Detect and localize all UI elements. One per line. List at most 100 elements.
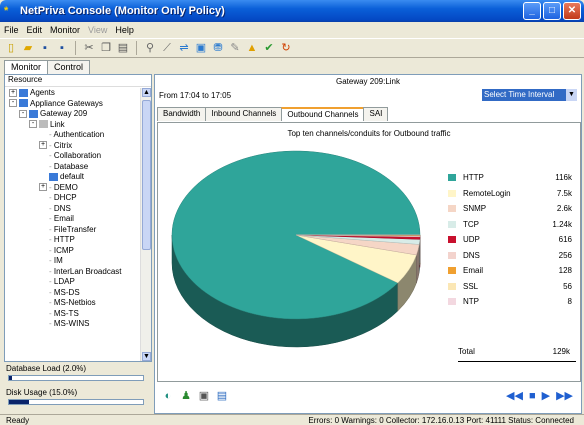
menu-edit[interactable]: Edit [27,25,43,35]
legend-item: SNMP 2.6k [448,201,578,217]
save-icon[interactable]: ▪ [38,41,52,55]
tree-node[interactable]: - Authentication [5,130,141,141]
scroll-down-icon[interactable]: ▼ [142,352,151,361]
menu-help[interactable]: Help [115,25,134,35]
tree-node[interactable]: + - DEMO [5,183,141,194]
rewind-icon[interactable]: ◀◀ [506,389,523,403]
copy-icon[interactable]: ❐ [99,41,113,55]
legend-value: 256 [558,250,572,260]
paste-icon[interactable]: ▤ [116,41,130,55]
collapse-icon[interactable]: - [9,99,17,108]
tree-node[interactable]: - Gateway 209 [5,109,141,120]
tree-node[interactable]: - IM [5,256,141,267]
menu-monitor[interactable]: Monitor [50,25,80,35]
people-icon[interactable]: ♟ [179,389,193,403]
tree-node[interactable]: - Database [5,162,141,173]
tree-node[interactable]: default [5,172,141,183]
tree-node[interactable]: - ICMP [5,246,141,257]
fast-forward-icon[interactable]: ▶▶ [556,389,573,403]
tree-node[interactable]: - MS-Netbios [5,298,141,309]
tree-node[interactable]: - Email [5,214,141,225]
tree-node[interactable]: - DHCP [5,193,141,204]
menu-bar: File Edit Monitor View Help [0,22,584,38]
tree-node[interactable]: - LDAP [5,277,141,288]
legend-value: 7.5k [556,188,572,198]
scroll-thumb[interactable] [142,100,151,250]
channel-icon[interactable]: ⟋ [160,41,174,55]
filter-icon[interactable]: ⛃ [211,41,225,55]
network-icon[interactable]: ⇌ [177,41,191,55]
legend-label: DNS [463,250,480,260]
tree-scrollbar[interactable]: ▲ ▼ [140,88,151,361]
pie-chart [171,150,421,348]
tree-node[interactable]: - MS-DS [5,288,141,299]
tree-node-label: DHCP [53,193,77,202]
window-title: NetPriva Console (Monitor Only Policy) [20,5,225,17]
legend-value: 8 [567,297,572,307]
expand-icon[interactable]: + [9,88,17,97]
link-icon[interactable]: ⚲ [143,41,157,55]
database-load-fill [9,376,12,380]
expand-icon[interactable]: + [39,183,47,192]
window-icon[interactable]: ▣ [194,41,208,55]
legend-item: TCP 1.24k [448,217,578,233]
minimize-button[interactable]: _ [523,2,541,20]
link-icon [39,120,48,129]
close-button[interactable]: ✕ [563,2,581,20]
collapse-icon[interactable]: - [19,109,27,118]
check-icon[interactable]: ✔ [262,41,276,55]
print-icon[interactable]: ▤ [215,389,229,403]
tab-outbound-channels[interactable]: Outbound Channels [281,107,365,121]
cut-icon[interactable]: ✂ [82,41,96,55]
tree-node[interactable]: + - Citrix [5,141,141,152]
database-load-bar [8,375,144,381]
time-interval-select[interactable]: Select Time Interval ▼ [482,89,577,101]
tree-node-label: Agents [30,88,55,97]
maximize-button[interactable]: □ [543,2,561,20]
channel-tabs: Bandwidth Inbound Channels Outbound Chan… [157,107,389,121]
tab-bandwidth[interactable]: Bandwidth [157,107,207,121]
save-as-icon[interactable]: ▪ [55,41,69,55]
scroll-up-icon[interactable]: ▲ [142,88,151,97]
warning-icon[interactable]: ▲ [245,41,259,55]
tree-node[interactable]: - HTTP [5,235,141,246]
play-icon[interactable]: ▶ [542,389,550,403]
legend-label: NTP [463,297,479,307]
tree-node-label: HTTP [53,235,75,244]
menu-view[interactable]: View [88,25,107,35]
chevron-down-icon[interactable]: ▼ [566,89,577,101]
resource-panel: Resource + Agents - Appliance Gateways - Gate… [4,74,152,362]
resource-header: Resource [5,75,151,87]
menu-file[interactable]: File [4,25,19,35]
stop-icon[interactable]: ■ [529,389,536,403]
tree-node[interactable]: - InterLan Broadcast [5,267,141,278]
app-logo-icon: * [4,5,9,17]
chart-type-icon[interactable]: ◐ [161,389,175,403]
legend-value: 616 [558,235,572,245]
tab-monitor[interactable]: Monitor [4,60,49,75]
tree-node[interactable]: - FileTransfer [5,225,141,236]
legend-swatch [448,189,456,197]
camera-icon[interactable]: ▣ [197,389,211,403]
tab-sai[interactable]: SAI [363,107,389,121]
tree-node[interactable]: - DNS [5,204,141,215]
tree-node[interactable]: - Collaboration [5,151,141,162]
wrench-icon[interactable]: ✎ [228,41,242,55]
expand-icon[interactable]: + [39,141,47,150]
legend-item: RemoteLogin 7.5k [448,186,578,202]
tab-control[interactable]: Control [47,60,91,74]
tree-node[interactable]: + Agents [5,88,141,99]
tree-node[interactable]: - Appliance Gateways [5,99,141,110]
tree-node-label: IM [53,256,63,265]
new-icon[interactable]: ▯ [4,41,18,55]
open-folder-icon[interactable]: ▰ [21,41,35,55]
collapse-icon[interactable]: - [29,120,37,129]
tree-node[interactable]: - MS-WINS [5,319,141,330]
refresh-icon[interactable]: ↻ [279,41,293,55]
tab-inbound-channels[interactable]: Inbound Channels [205,107,283,121]
tree-node-label: ICMP [53,245,74,255]
tree-node[interactable]: - Link [5,120,141,131]
tree-node[interactable]: - MS-TS [5,309,141,320]
legend-value: 1.24k [552,219,572,229]
tree-node-label: Appliance Gateways [30,98,103,108]
